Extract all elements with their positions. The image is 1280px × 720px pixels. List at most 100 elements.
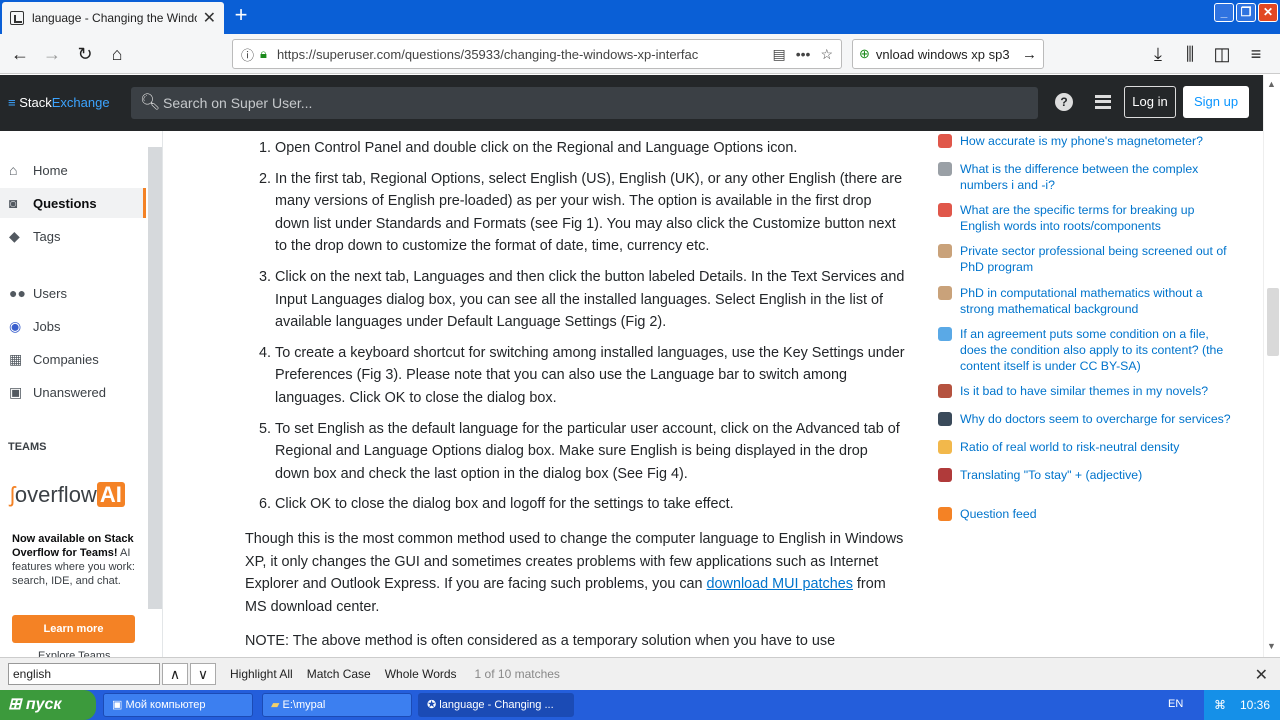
nav-users[interactable]: ●● Users bbox=[0, 278, 146, 308]
bookmark-star-icon[interactable]: ☆ bbox=[820, 46, 833, 63]
hot-question-title[interactable]: Private sector professional being screen… bbox=[960, 243, 1238, 275]
overflow-text: overflow bbox=[14, 482, 97, 507]
find-previous-button[interactable]: ∧ bbox=[162, 663, 188, 685]
tab-close-icon[interactable]: ✕ bbox=[203, 8, 216, 28]
hot-question-link[interactable]: Ratio of real world to risk-neutral dens… bbox=[938, 439, 1238, 455]
site-icon bbox=[938, 162, 952, 176]
home-icon: ⌂ bbox=[9, 162, 18, 178]
find-close-icon[interactable]: ✕ bbox=[1255, 665, 1268, 685]
stackexchange-logo[interactable]: ≡ StackExchange bbox=[8, 95, 110, 110]
minimize-button[interactable]: _ bbox=[1214, 3, 1234, 22]
promo-bold: Now available on Stack Overflow for Team… bbox=[12, 533, 134, 559]
reload-icon[interactable]: ↻ bbox=[73, 42, 97, 66]
browser-search-bar[interactable]: ⊕ vnload windows xp sp3 → bbox=[852, 39, 1044, 69]
page-scroll-thumb[interactable] bbox=[1267, 288, 1279, 356]
hot-question-link[interactable]: How accurate is my phone's magnetometer? bbox=[938, 133, 1238, 149]
start-button[interactable]: ⊞ пуск bbox=[0, 690, 96, 720]
nav-questions-label: Questions bbox=[33, 195, 97, 211]
computer-icon: ▣ bbox=[112, 699, 126, 711]
hot-question-title[interactable]: How accurate is my phone's magnetometer? bbox=[960, 133, 1238, 149]
search-query[interactable]: vnload windows xp sp3 bbox=[876, 47, 1022, 62]
hot-question-link[interactable]: If an agreement puts some condition on a… bbox=[938, 326, 1238, 374]
site-icon bbox=[938, 327, 952, 341]
logo-exchange-text: Exchange bbox=[51, 95, 110, 110]
site-search-input[interactable]: 🔍︎ Search on Super User... bbox=[131, 87, 1038, 119]
info-icon[interactable]: ⓘ bbox=[241, 45, 254, 64]
search-icon: 🔍︎ bbox=[140, 94, 161, 111]
question-feed-link[interactable]: Question feed bbox=[938, 506, 1238, 522]
find-next-button[interactable]: ∨ bbox=[190, 663, 216, 685]
question-feed-label[interactable]: Question feed bbox=[960, 506, 1238, 522]
hot-question-link[interactable]: Why do doctors seem to overcharge for se… bbox=[938, 411, 1238, 427]
step-item: Click on the next tab, Languages and the… bbox=[275, 266, 905, 334]
users-icon: ●● bbox=[9, 285, 26, 301]
teams-promo-text: Now available on Stack Overflow for Team… bbox=[12, 532, 142, 588]
page-actions-icon[interactable]: ••• bbox=[796, 46, 811, 62]
highlight-all-toggle[interactable]: Highlight All bbox=[230, 667, 293, 681]
page-scrollbar[interactable]: ▲ ▼ bbox=[1263, 75, 1280, 657]
nav-questions[interactable]: ◙ Questions bbox=[0, 188, 146, 218]
whole-words-toggle[interactable]: Whole Words bbox=[385, 667, 457, 681]
hot-question-link[interactable]: Private sector professional being screen… bbox=[938, 243, 1238, 275]
address-bar[interactable]: ⓘ 🔒︎ https://superuser.com/questions/359… bbox=[232, 39, 842, 69]
login-button[interactable]: Log in bbox=[1124, 86, 1176, 118]
back-arrow-icon[interactable]: ← bbox=[8, 42, 32, 66]
help-icon[interactable]: ? bbox=[1055, 93, 1073, 111]
left-sidebar-scrollbar[interactable] bbox=[148, 147, 162, 609]
hot-question-title[interactable]: Is it bad to have similar themes in my n… bbox=[960, 383, 1238, 399]
hot-question-link[interactable]: What are the specific terms for breaking… bbox=[938, 202, 1238, 234]
taskbar-item-my-computer[interactable]: ▣ Мой компьютер bbox=[103, 693, 253, 717]
questions-icon: ◙ bbox=[9, 195, 18, 211]
find-match-count: 1 of 10 matches bbox=[474, 667, 560, 681]
search-go-arrow-icon[interactable]: → bbox=[1022, 46, 1037, 63]
close-window-button[interactable]: ✕ bbox=[1258, 3, 1278, 22]
hot-question-title[interactable]: Translating "To stay" + (adjective) bbox=[960, 467, 1238, 483]
hot-question-title[interactable]: If an agreement puts some condition on a… bbox=[960, 326, 1238, 374]
site-icon bbox=[938, 286, 952, 300]
forward-arrow-icon[interactable]: → bbox=[40, 42, 64, 66]
signup-button[interactable]: Sign up bbox=[1183, 86, 1249, 118]
taskbar-item-folder[interactable]: ▰ E:\mypal bbox=[262, 693, 412, 717]
find-input[interactable] bbox=[8, 663, 160, 685]
nav-jobs-label: Jobs bbox=[33, 318, 61, 334]
hot-question-link[interactable]: What is the difference between the compl… bbox=[938, 161, 1238, 193]
hot-question-title[interactable]: What is the difference between the compl… bbox=[960, 161, 1238, 193]
taskbar-item-label: E:\mypal bbox=[282, 699, 326, 711]
nav-tags[interactable]: ◆ Tags bbox=[0, 221, 146, 251]
lock-icon: 🔒︎ bbox=[260, 46, 267, 61]
site-icon bbox=[938, 440, 952, 454]
sidebar-toggle-icon[interactable]: ◫ bbox=[1210, 42, 1234, 66]
hot-question-link[interactable]: PhD in computational mathematics without… bbox=[938, 285, 1238, 317]
new-tab-plus-icon[interactable]: + bbox=[230, 4, 252, 26]
maximize-button[interactable]: ❐ bbox=[1236, 3, 1256, 22]
home-icon[interactable]: ⌂ bbox=[105, 42, 129, 66]
hot-question-title[interactable]: Why do doctors seem to overcharge for se… bbox=[960, 411, 1238, 427]
match-case-toggle[interactable]: Match Case bbox=[307, 667, 371, 681]
left-sidebar: ⌂ Home ◙ Questions ◆ Tags ●● Users ◉ Jobs ▦ Co… bbox=[0, 131, 163, 662]
site-switcher-icon[interactable] bbox=[1095, 95, 1111, 109]
browser-tab-active[interactable]: language - Changing the Windows XP inter… bbox=[2, 2, 224, 34]
library-icon[interactable]: ⫼ bbox=[1178, 42, 1202, 66]
hot-question-link[interactable]: Is it bad to have similar themes in my n… bbox=[938, 383, 1238, 399]
nav-home[interactable]: ⌂ Home bbox=[0, 155, 146, 185]
download-mui-patches-link[interactable]: download MUI patches bbox=[707, 576, 853, 592]
hot-question-link[interactable]: Translating "To stay" + (adjective) bbox=[938, 467, 1238, 483]
hot-question-title[interactable]: Ratio of real world to risk-neutral dens… bbox=[960, 439, 1238, 455]
hot-question-title[interactable]: What are the specific terms for breaking… bbox=[960, 202, 1238, 234]
url-text[interactable]: https://superuser.com/questions/35933/ch… bbox=[277, 47, 763, 62]
scroll-up-arrow-icon[interactable]: ▲ bbox=[1267, 79, 1276, 89]
menu-hamburger-icon[interactable]: ≡ bbox=[1244, 42, 1268, 66]
network-icon[interactable]: ⌘ bbox=[1214, 690, 1226, 720]
hot-network-questions: How accurate is my phone's magnetometer?… bbox=[938, 131, 1238, 657]
nav-jobs[interactable]: ◉ Jobs bbox=[0, 311, 146, 341]
scroll-down-arrow-icon[interactable]: ▼ bbox=[1267, 641, 1276, 651]
keyboard-language-indicator[interactable]: EN bbox=[1168, 698, 1183, 710]
nav-unanswered[interactable]: ▣ Unanswered bbox=[0, 377, 146, 407]
nav-companies[interactable]: ▦ Companies bbox=[0, 344, 146, 374]
steps-list: Open Control Panel and double click on t… bbox=[275, 137, 905, 516]
taskbar-item-browser[interactable]: ✪ language - Changing ... bbox=[418, 693, 574, 717]
download-icon[interactable]: ⤓ bbox=[1146, 42, 1170, 66]
hot-question-title[interactable]: PhD in computational mathematics without… bbox=[960, 285, 1238, 317]
learn-more-button[interactable]: Learn more bbox=[12, 615, 135, 643]
reader-view-icon[interactable]: ▤ bbox=[772, 46, 785, 63]
